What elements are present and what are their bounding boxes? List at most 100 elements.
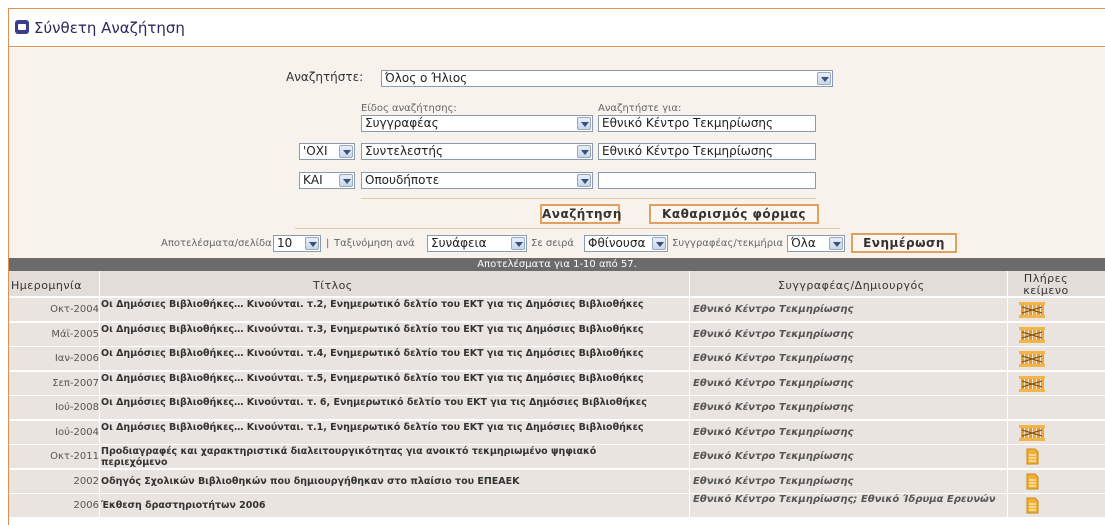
table-row[interactable]: Ιού-2008 Οι Δημόσιες Βιβλιοθήκες… Κινούντ… xyxy=(9,396,1105,420)
field-select-1-value: Συγγραφέας xyxy=(365,116,439,130)
panel-header: Σύνθετη Αναζήτηση xyxy=(9,9,1105,47)
sort-select[interactable]: Συνάφεια xyxy=(427,235,527,252)
panel-icon xyxy=(15,20,29,34)
table-row[interactable]: 2002 Οδηγός Σχολικών Βιβλιοθηκών που δημι… xyxy=(9,469,1105,494)
order-value: Φθίνουσα xyxy=(588,236,646,250)
result-author-link[interactable]: Εθνικό Κέντρο Τεκμηρίωσης xyxy=(693,421,1003,445)
result-title-link[interactable]: Οι Δημόσιες Βιβλιοθήκες… Κινούνται. τ.4,… xyxy=(101,348,651,359)
order-label: Σε σειρά xyxy=(531,238,574,249)
column-date[interactable]: Ημερομηνία xyxy=(11,279,82,292)
operator-select-3[interactable]: ΚΑΙ xyxy=(299,172,355,189)
fulltext-cell xyxy=(1009,494,1059,518)
search-in-value: Όλος ο Ήλιος xyxy=(385,71,468,85)
chevron-down-icon xyxy=(577,145,591,158)
sort-value: Συνάφεια xyxy=(431,236,487,250)
fulltext-cell xyxy=(1009,347,1059,371)
form-divider xyxy=(295,228,840,229)
operator-select-2[interactable]: 'ΟΧΙ xyxy=(299,143,355,160)
author-filter-value: Όλα xyxy=(791,236,816,250)
books-icon[interactable] xyxy=(1018,350,1046,368)
column-fulltext-line2: κείμενο xyxy=(1023,284,1069,297)
document-icon[interactable] xyxy=(1026,473,1039,490)
term-input-2[interactable]: Εθνικό Κέντρο Τεκμηρίωσης xyxy=(598,143,816,160)
table-row[interactable]: Μάϊ-2005 Οι Δημόσιες Βιβλιοθήκες… Κινούντ… xyxy=(9,322,1105,347)
fulltext-cell xyxy=(1009,470,1059,494)
result-author-link[interactable]: Εθνικό Κέντρο Τεκμηρίωσης xyxy=(693,470,1003,494)
result-title-link[interactable]: Οι Δημόσιες Βιβλιοθήκες… Κινούνται. τ. 6… xyxy=(101,397,651,408)
table-row[interactable]: 2006 Έκθεση δραστηριοτήτων 2006 Εθνικό Κέν… xyxy=(9,494,1105,518)
column-author[interactable]: Συγγραφέας/Δημιουργός xyxy=(778,279,925,292)
sort-label: Ταξινόμηση ανά xyxy=(334,238,415,249)
chevron-down-icon xyxy=(511,237,525,250)
field-select-3-value: Οπουδήποτε xyxy=(365,173,440,187)
author-filter-select[interactable]: Όλα xyxy=(787,235,845,252)
field-select-1[interactable]: Συγγραφέας xyxy=(361,115,593,132)
column-divider xyxy=(99,271,100,525)
fulltext-cell xyxy=(1009,421,1059,445)
search-type-label: Είδος αναζήτησης: xyxy=(361,103,457,114)
books-icon[interactable] xyxy=(1018,424,1046,442)
books-icon[interactable] xyxy=(1018,301,1046,319)
update-button[interactable]: Ενημέρωση xyxy=(851,233,957,253)
chevron-down-icon xyxy=(577,117,591,130)
term-input-3[interactable] xyxy=(598,172,816,189)
table-row[interactable]: Ιού-2004 Οι Δημόσιες Βιβλιοθήκες… Κινούντ… xyxy=(9,420,1105,445)
result-author-link[interactable]: Εθνικό Κέντρο Τεκμηρίωσης xyxy=(693,298,1003,322)
column-divider xyxy=(689,271,690,525)
term-input-1[interactable]: Εθνικό Κέντρο Τεκμηρίωσης xyxy=(598,115,816,132)
field-select-3[interactable]: Οπουδήποτε xyxy=(361,172,593,189)
field-select-2-value: Συντελεστής xyxy=(365,144,444,158)
table-row[interactable]: Ιαν-2006 Οι Δημόσιες Βιβλιοθήκες… Κινούντ… xyxy=(9,347,1105,371)
result-author-link[interactable]: Εθνικό Κέντρο Τεκμηρίωσης xyxy=(693,372,1003,396)
result-date: Μάϊ-2005 xyxy=(51,328,99,340)
result-title-link[interactable]: Προδιαγραφές και χαρακτηριστικά διαλειτο… xyxy=(101,446,651,468)
search-in-select[interactable]: Όλος ο Ήλιος xyxy=(381,70,833,87)
fulltext-cell xyxy=(1009,298,1059,322)
table-row[interactable]: Οκτ-2004 Οι Δημόσιες Βιβλιοθήκες… Κινούντ… xyxy=(9,298,1105,322)
field-select-2[interactable]: Συντελεστής xyxy=(361,143,593,160)
result-title-link[interactable]: Οι Δημόσιες Βιβλιοθήκες… Κινούνται. τ.5,… xyxy=(101,373,651,384)
results-summary: Αποτελέσματα για 1-10 από 57. xyxy=(9,258,1105,271)
chevron-down-icon xyxy=(339,174,353,187)
result-author-link[interactable]: Εθνικό Κέντρο Τεκμηρίωσης xyxy=(693,347,1003,371)
operator-select-2-value: 'ΟΧΙ xyxy=(303,144,328,158)
chevron-down-icon xyxy=(305,237,319,250)
result-date: Οκτ-2004 xyxy=(50,304,99,315)
column-title[interactable]: Τίτλος xyxy=(313,279,353,292)
result-author-link[interactable]: Εθνικό Κέντρο Τεκμηρίωσης; Εθνικό Ίδρυμα… xyxy=(693,494,1003,505)
result-author-link[interactable]: Εθνικό Κέντρο Τεκμηρίωσης xyxy=(693,323,1003,347)
result-date: Ιαν-2006 xyxy=(54,353,99,364)
table-row[interactable]: Σεπ-2007 Οι Δημόσιες Βιβλιοθήκες… Κινούντ… xyxy=(9,371,1105,396)
results-table-header: Ημερομηνία Τίτλος Συγγραφέας/Δημιουργός … xyxy=(9,271,1105,297)
search-form: Αναζητήστε: Όλος ο Ήλιος Είδος αναζήτηση… xyxy=(9,48,1105,258)
result-title-link[interactable]: Οδηγός Σχολικών Βιβλιοθηκών που δημιουργ… xyxy=(101,470,651,494)
advanced-search-panel: Σύνθετη Αναζήτηση Αναζητήστε: Όλος ο Ήλι… xyxy=(8,8,1105,525)
result-date: Σεπ-2007 xyxy=(52,377,99,389)
fulltext-cell xyxy=(1009,323,1059,347)
result-title-link[interactable]: Οι Δημόσιες Βιβλιοθήκες… Κινούνται. τ.1,… xyxy=(101,422,651,433)
document-icon[interactable] xyxy=(1026,448,1039,465)
column-divider xyxy=(1007,271,1008,525)
search-button[interactable]: Αναζήτηση xyxy=(540,204,621,224)
result-author-link[interactable]: Εθνικό Κέντρο Τεκμηρίωσης xyxy=(693,445,1003,469)
form-divider xyxy=(361,198,816,199)
fulltext-cell xyxy=(1009,372,1059,396)
chevron-down-icon xyxy=(339,145,353,158)
books-icon[interactable] xyxy=(1018,326,1046,344)
clear-form-button[interactable]: Καθαρισμός φόρμας xyxy=(649,204,819,224)
per-page-select[interactable]: 10 xyxy=(273,235,321,252)
books-icon[interactable] xyxy=(1018,375,1046,393)
result-title-link[interactable]: Οι Δημόσιες Βιβλιοθήκες… Κινούνται. τ.3,… xyxy=(101,324,651,335)
pipe-separator: | xyxy=(326,238,330,249)
result-date: 2006 xyxy=(73,500,99,511)
fulltext-cell xyxy=(1009,396,1059,420)
document-icon[interactable] xyxy=(1026,497,1039,514)
chevron-down-icon xyxy=(577,174,591,187)
result-author-link[interactable]: Εθνικό Κέντρο Τεκμηρίωσης xyxy=(693,396,1003,420)
result-title-link[interactable]: Οι Δημόσιες Βιβλιοθήκες… Κινούνται. τ.2,… xyxy=(101,299,651,310)
result-date: Ιού-2008 xyxy=(55,402,99,413)
author-filter-label: Συγγραφέας/τεκμήρια xyxy=(672,238,784,249)
order-select[interactable]: Φθίνουσα xyxy=(584,235,668,252)
result-title-link[interactable]: Έκθεση δραστηριοτήτων 2006 xyxy=(101,494,651,518)
table-row[interactable]: Οκτ-2011 Προδιαγραφές και χαρακτηριστικά … xyxy=(9,445,1105,469)
